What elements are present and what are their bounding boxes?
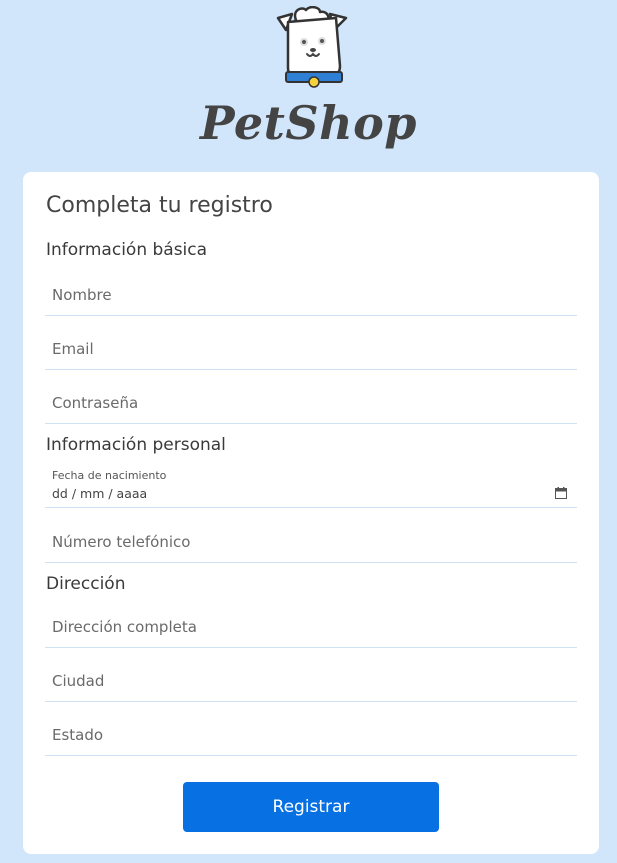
form-title: Completa tu registro bbox=[46, 193, 273, 218]
password-input[interactable] bbox=[45, 383, 577, 423]
city-field bbox=[45, 661, 577, 702]
birthdate-label: Fecha de nacimiento bbox=[52, 469, 167, 482]
name-field bbox=[45, 275, 577, 316]
email-input[interactable] bbox=[45, 329, 577, 369]
brand-name: PetShop bbox=[200, 96, 417, 150]
birthdate-field[interactable]: Fecha de nacimiento dd / mm / aaaa bbox=[45, 467, 577, 508]
section-basic-info: Información básica bbox=[46, 240, 208, 260]
address-field bbox=[45, 607, 577, 648]
state-input[interactable] bbox=[45, 715, 577, 755]
phone-input[interactable] bbox=[45, 522, 577, 562]
password-field bbox=[45, 383, 577, 424]
state-field bbox=[45, 715, 577, 756]
dog-chef-icon bbox=[276, 6, 348, 88]
email-field bbox=[45, 329, 577, 370]
address-input[interactable] bbox=[45, 607, 577, 647]
city-input[interactable] bbox=[45, 661, 577, 701]
register-button[interactable]: Registrar bbox=[183, 782, 439, 832]
logo: PetShop bbox=[0, 0, 617, 170]
registration-card: Completa tu registro Información básica … bbox=[23, 172, 599, 854]
section-address: Dirección bbox=[46, 574, 126, 594]
birthdate-value[interactable]: dd / mm / aaaa bbox=[52, 486, 147, 501]
phone-field bbox=[45, 522, 577, 563]
section-personal-info: Información personal bbox=[46, 435, 226, 455]
name-input[interactable] bbox=[45, 275, 577, 315]
calendar-icon[interactable] bbox=[555, 487, 567, 499]
